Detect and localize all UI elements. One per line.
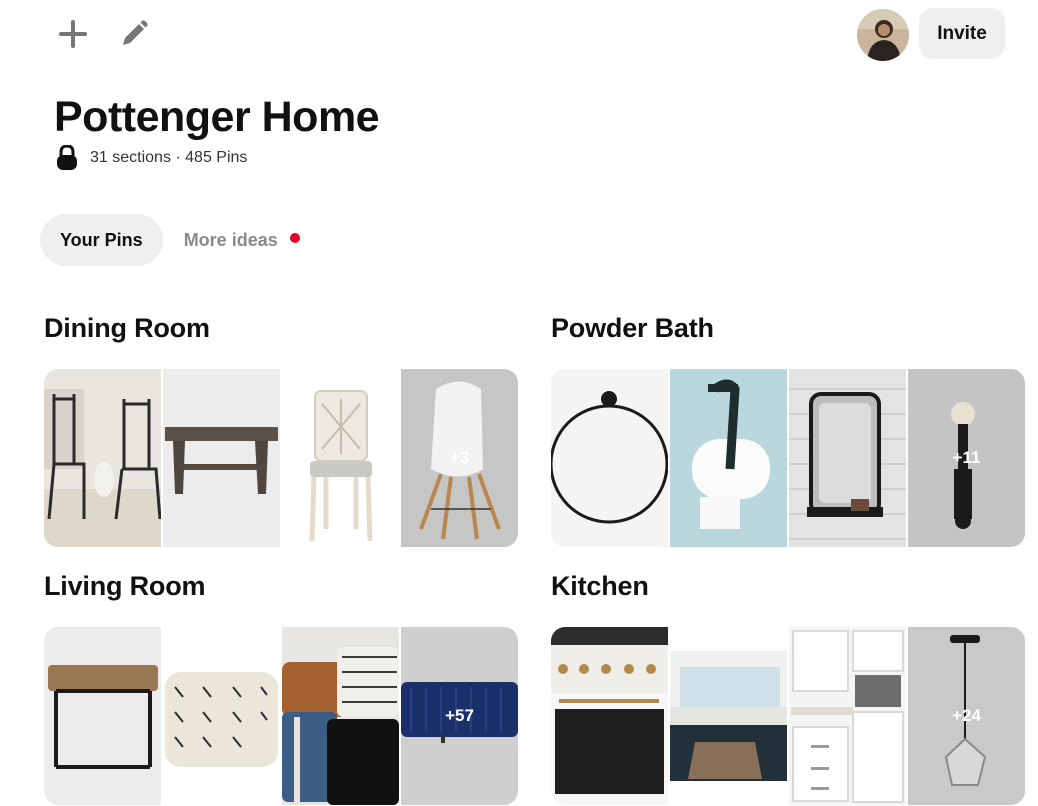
pin-thumbnail	[551, 369, 668, 547]
invite-button[interactable]: Invite	[919, 8, 1005, 59]
more-pins-count: +3	[449, 448, 470, 467]
tab-more-ideas[interactable]: More ideas	[163, 214, 320, 266]
section-collage: +3	[44, 369, 518, 547]
section-collage: +24	[551, 627, 1025, 805]
board-toolbar: Invite	[0, 0, 1038, 70]
board-tabs: Your Pins More ideas	[40, 214, 320, 266]
plus-icon	[59, 20, 87, 48]
notification-dot	[289, 233, 300, 243]
lock-icon	[56, 145, 78, 171]
pin-thumbnail: +3	[401, 369, 518, 547]
pin-thumbnail	[789, 627, 906, 805]
more-pins-count: +24	[952, 706, 981, 725]
avatar[interactable]	[857, 9, 909, 61]
more-pins-count: +11	[952, 448, 981, 467]
tab-your-pins[interactable]: Your Pins	[40, 214, 163, 266]
board-title: Pottenger Home	[54, 93, 380, 141]
pin-thumbnail	[282, 369, 399, 547]
section-collage: +11	[551, 369, 1025, 547]
pin-thumbnail: +57	[401, 627, 518, 805]
pin-thumbnail	[670, 627, 787, 805]
board-stats: 31 sections · 485 Pins	[90, 149, 248, 166]
tab-more-ideas-label: More ideas	[183, 229, 278, 250]
pin-thumbnail: +24	[908, 627, 1025, 805]
pin-thumbnail	[282, 627, 399, 805]
section-collage: +57	[44, 627, 518, 805]
section-title: Kitchen	[551, 571, 649, 601]
more-pins-count: +57	[445, 706, 474, 725]
pin-thumbnail	[670, 369, 787, 547]
avatar-photo	[857, 9, 909, 61]
section-title: Dining Room	[44, 313, 210, 343]
pin-thumbnail	[789, 369, 906, 547]
pin-thumbnail	[163, 627, 280, 805]
section-kitchen[interactable]: Kitchen +24	[551, 571, 1025, 805]
section-title: Powder Bath	[551, 313, 714, 343]
pin-thumbnail	[551, 627, 668, 805]
pin-thumbnail	[44, 627, 161, 805]
add-button[interactable]	[53, 14, 93, 54]
section-powder-bath[interactable]: Powder Bath +11	[551, 313, 1025, 547]
pin-thumbnail	[44, 369, 161, 547]
pin-thumbnail: +11	[908, 369, 1025, 547]
pencil-icon	[123, 20, 148, 45]
section-living-room[interactable]: Living Room +57	[44, 571, 518, 805]
pin-thumbnail	[163, 369, 280, 547]
section-dining-room[interactable]: Dining Room +3	[44, 313, 518, 547]
board-meta: 31 sections · 485 Pins	[56, 145, 247, 171]
edit-button[interactable]	[114, 14, 154, 54]
section-title: Living Room	[44, 571, 206, 601]
